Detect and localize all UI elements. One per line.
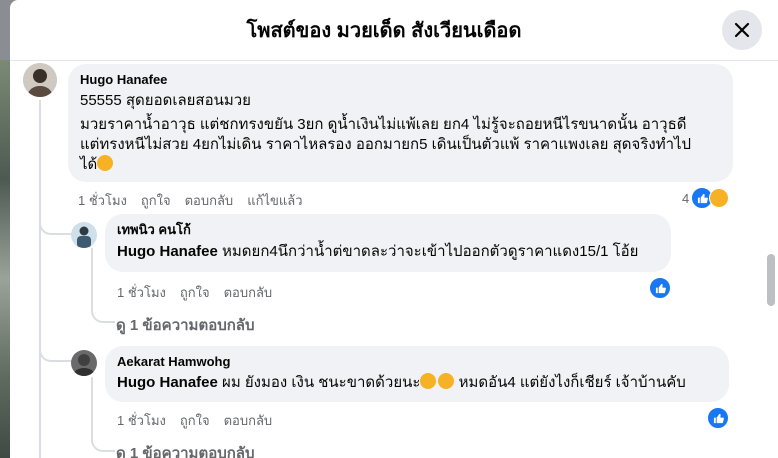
comment-line: 55555 สุดยอดเลยสอนมวย [80, 92, 251, 109]
mention-link[interactable]: Hugo Hanafee [117, 243, 218, 260]
comment-body: หมดอัน4 แต่ยังไงก็เชียร์ เจ้าบ้านคับ [454, 374, 686, 391]
reaction-count: 4 [682, 190, 690, 206]
edited-label: แก้ไขแล้ว [247, 193, 303, 208]
comment-bubble: เทพนิว คนโก้ Hugo Hanafee หมดยก4นึกว่าน้… [105, 214, 671, 272]
comment-line: ได้ [80, 156, 98, 173]
comment-author[interactable]: Aekarat Hamwohg [117, 354, 717, 370]
avatar-photo [23, 63, 57, 97]
thread-connector-more [91, 300, 115, 323]
comment-author[interactable]: Hugo Hanafee [80, 72, 721, 88]
comment-text: Hugo Hanafee หมดยก4นึกว่าน้ำต่ขาดละว่าจะ… [117, 242, 659, 262]
reply-button[interactable]: ตอบกลับ [224, 282, 273, 303]
post-dialog: โพสต์ของ มวยเด็ด สังเวียนเดือด Hugo Hana… [10, 0, 778, 458]
thread-line-reply [91, 248, 93, 308]
comment-time[interactable]: 1 ชั่วโมง [117, 282, 166, 303]
avatar[interactable] [23, 63, 57, 97]
comment-body: ผม ยังมอง เงิน ชนะขาดด้วยนะ [217, 374, 421, 391]
comment-line-last: ได้ [80, 155, 721, 175]
avatar[interactable] [71, 350, 97, 376]
avatar-photo [71, 222, 97, 248]
comment-line: แต่ทรงหนีไม่สวย 4ยกไม่เดิน ราคาไหลรอง ออ… [80, 136, 692, 153]
comment-body: หมดยก4นึกว่าน้ำต่ขาดละว่าจะเข้าไปออกตัวด… [217, 243, 639, 260]
reaction-summary[interactable] [649, 277, 671, 299]
comment-time[interactable]: 1 ชั่วโมง [78, 190, 127, 211]
comment-actions: 1 ชั่วโมง ถูกใจ ตอบกลับ [117, 410, 272, 431]
laughing-emoji-icon [420, 373, 437, 389]
like-button[interactable]: ถูกใจ [180, 282, 210, 303]
comment-time[interactable]: 1 ชั่วโมง [117, 410, 166, 431]
thread-line [39, 100, 41, 458]
close-icon [734, 22, 750, 38]
comment-actions: 1 ชั่วโมง ถูกใจ ตอบกลับ [117, 282, 272, 303]
like-reaction-icon [649, 277, 671, 299]
laughing-emoji-icon [97, 155, 114, 171]
thread-connector [39, 200, 73, 235]
dialog-title: โพสต์ของ มวยเด็ด สังเวียนเดือด [246, 20, 522, 42]
view-replies-link[interactable]: ดู 1 ข้อความตอบกลับ [116, 313, 255, 337]
close-button[interactable] [722, 10, 762, 50]
scrollbar[interactable] [764, 61, 778, 458]
thread-line-reply [91, 377, 93, 437]
comment-bubble: Aekarat Hamwohg Hugo Hanafee ผม ยังมอง เ… [105, 346, 729, 402]
thread-connector [39, 330, 73, 362]
scrollbar-thumb[interactable] [767, 254, 775, 306]
comment-author[interactable]: เทพนิว คนโก้ [117, 222, 659, 238]
comment-actions: 1 ชั่วโมง ถูกใจ ตอบกลับ แก้ไขแล้ว [78, 190, 303, 211]
like-reaction-icon [707, 407, 729, 429]
reply-button[interactable]: ตอบกลับ [224, 410, 273, 431]
thread-connector-more [91, 430, 115, 452]
reaction-summary[interactable]: 4 [682, 187, 730, 209]
dialog-header: โพสต์ของ มวยเด็ด สังเวียนเดือด [10, 0, 778, 61]
laughing-emoji-icon [438, 373, 455, 389]
avatar-photo [71, 350, 97, 376]
like-button[interactable]: ถูกใจ [180, 410, 210, 431]
like-button[interactable]: ถูกใจ [141, 190, 171, 211]
reply-button[interactable]: ตอบกลับ [185, 190, 234, 211]
comment-text: Hugo Hanafee ผม ยังมอง เงิน ชนะขาดด้วยนะ… [117, 373, 717, 393]
mention-link[interactable]: Hugo Hanafee [117, 374, 218, 391]
comment-bubble: Hugo Hanafee 55555 สุดยอดเลยสอนมวย มวยรา… [68, 64, 733, 182]
avatar[interactable] [71, 222, 97, 248]
haha-reaction-icon [709, 188, 730, 208]
reaction-summary[interactable] [707, 407, 729, 429]
comment-line: มวยราคาน้ำอาวุธ แต่ชกทรงขยัน 3ยก ดูน้ำเง… [80, 116, 687, 133]
view-replies-link[interactable]: ดู 1 ข้อความตอบกลับ [116, 441, 255, 458]
